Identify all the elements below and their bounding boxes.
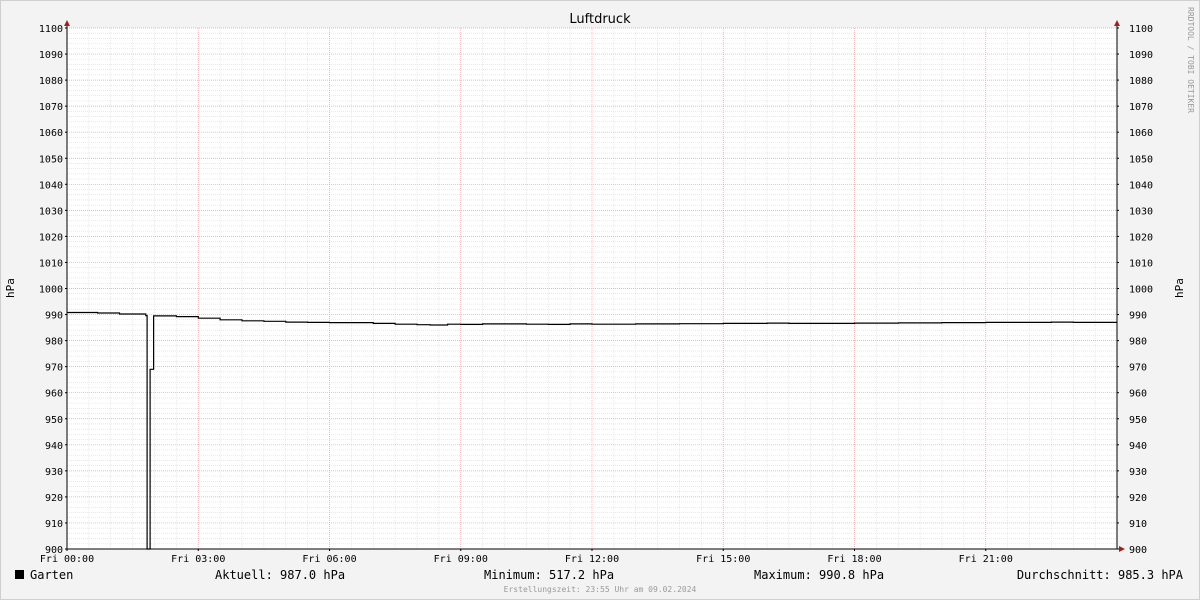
footer-timestamp: Erstellungszeit: 23:55 Uhr am 09.02.2024: [504, 585, 697, 594]
x-tick-label: Fri 06:00: [302, 554, 356, 565]
x-tick-label: Fri 21:00: [959, 554, 1013, 565]
y-tick-labels: 9009109209309409509609709809901000101010…: [39, 24, 67, 556]
y-tick-label-right: 1100: [1129, 24, 1153, 35]
y-axis-label-right: hPa: [1173, 278, 1186, 298]
y-tick-label: 1000: [39, 285, 63, 296]
legend-minimum: Minimum: 517.2 hPa: [484, 568, 614, 582]
y-tick-label: 1050: [39, 154, 63, 165]
legend-series-name: Garten: [30, 568, 73, 582]
x-tick-label: Fri 12:00: [565, 554, 619, 565]
y-tick-label-right: 1080: [1129, 76, 1153, 87]
x-tick-label: Fri 18:00: [827, 554, 881, 565]
y-tick-label-right: 920: [1129, 493, 1147, 504]
y-tick-label-right: 1090: [1129, 50, 1153, 61]
y-tick-label: 1060: [39, 128, 63, 139]
y-tick-label-right: 930: [1129, 467, 1147, 478]
y-tick-label: 950: [45, 415, 63, 426]
y-tick-label: 1100: [39, 24, 63, 35]
y-tick-label-right: 1060: [1129, 128, 1153, 139]
y-tick-label-right: 910: [1129, 519, 1147, 530]
y-tick-label: 1090: [39, 50, 63, 61]
x-tick-labels: Fri 00:00 Fri 03:00 Fri 06:00 Fri 09:00 Fri …: [40, 549, 1013, 565]
y-tick-label-right: 1030: [1129, 206, 1153, 217]
y-tick-label-right: 960: [1129, 389, 1147, 400]
x-tick-label: Fri 03:00: [171, 554, 225, 565]
y-tick-label-right: 1070: [1129, 102, 1153, 113]
y-tick-label-right: 1020: [1129, 232, 1153, 243]
y-tick-label: 940: [45, 441, 63, 452]
y-tick-label-right: 1050: [1129, 154, 1153, 165]
legend-average: Durchschnitt: 985.3 hPA: [1017, 568, 1184, 582]
y-tick-label: 980: [45, 337, 63, 348]
y-tick-label: 910: [45, 519, 63, 530]
y-tick-label: 1080: [39, 76, 63, 87]
legend-current: Aktuell: 987.0 hPa: [215, 568, 345, 582]
y-tick-label-right: 970: [1129, 363, 1147, 374]
y-tick-label-right: 1010: [1129, 258, 1153, 269]
y-tick-label-right: 980: [1129, 337, 1147, 348]
y-tick-label-right: 1040: [1129, 180, 1153, 191]
legend-swatch: [15, 570, 24, 579]
chart-title: Luftdruck: [569, 12, 631, 27]
chart: 900 910 920 930 940 950 960 970 980 990 1000 1010 10…: [4, 7, 1195, 594]
y-tick-labels-right: 900 910 920 930 940 950 960 970 980 990 1000 1010 10…: [1117, 24, 1153, 556]
y-tick-label: 1070: [39, 102, 63, 113]
x-tick-label: Fri 00:00: [40, 554, 94, 565]
y-tick-label: 1020: [39, 232, 63, 243]
y-tick-label: 990: [45, 311, 63, 322]
x-tick-label: Fri 15:00: [696, 554, 750, 565]
x-axis-arrow-icon: [1119, 546, 1125, 552]
y-axis-arrow-icon: [64, 20, 70, 26]
y-tick-label-right: 900: [1129, 545, 1147, 556]
y-tick-label: 1040: [39, 180, 63, 191]
y-tick-label-right: 990: [1129, 311, 1147, 322]
y-tick-label: 1010: [39, 258, 63, 269]
y-tick-label: 1030: [39, 206, 63, 217]
y-tick-label-right: 1000: [1129, 285, 1153, 296]
y-tick-label: 930: [45, 467, 63, 478]
x-tick-label: Fri 09:00: [434, 554, 488, 565]
y-tick-label: 970: [45, 363, 63, 374]
legend-maximum: Maximum: 990.8 hPa: [754, 568, 884, 582]
y-tick-label-right: 940: [1129, 441, 1147, 452]
y-axis-label: hPa: [4, 278, 17, 298]
y-tick-label: 920: [45, 493, 63, 504]
y-axis-arrow-right-icon: [1114, 20, 1120, 26]
y-tick-label-right: 950: [1129, 415, 1147, 426]
y-tick-label: 960: [45, 389, 63, 400]
watermark: RRDTOOL / TOBI OETIKER: [1186, 7, 1195, 113]
